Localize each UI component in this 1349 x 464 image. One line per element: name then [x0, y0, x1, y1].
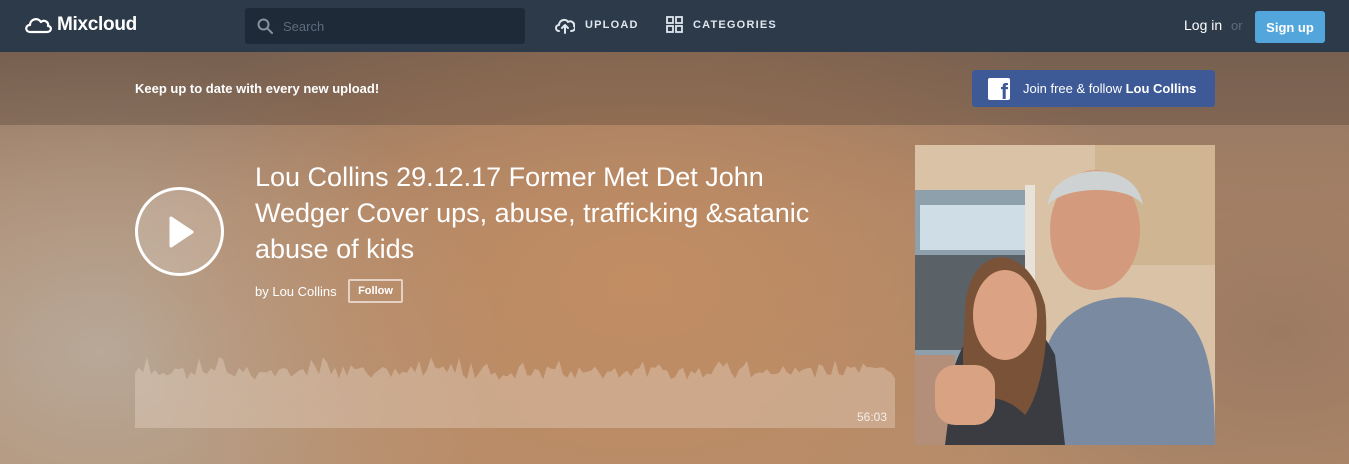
fb-prefix: Join free & follow: [1023, 81, 1126, 96]
show-author[interactable]: by Lou Collins: [255, 284, 337, 299]
cloud-logo-icon: [25, 18, 52, 34]
grid-icon: [666, 16, 683, 33]
categories-label: CATEGORIES: [693, 18, 777, 31]
categories-link[interactable]: CATEGORIES: [666, 16, 777, 33]
search-box[interactable]: [245, 8, 525, 44]
play-icon: [169, 216, 193, 247]
waveform[interactable]: [135, 344, 895, 428]
show-hero: Keep up to date with every new upload! f…: [0, 52, 1349, 464]
login-link[interactable]: Log in: [1184, 17, 1222, 33]
show-title: Lou Collins 29.12.17 Former Met Det John…: [255, 162, 810, 264]
cloud-upload-icon: [555, 18, 575, 34]
follow-banner: Keep up to date with every new upload! f…: [0, 52, 1349, 125]
top-navbar: Mixcloud UPLOAD CATEGORIES Log in or Sig…: [0, 0, 1349, 52]
search-icon: [257, 18, 273, 34]
banner-text: Keep up to date with every new upload!: [135, 81, 380, 96]
duration-label: 56:03: [857, 410, 888, 424]
signup-button[interactable]: Sign up: [1255, 11, 1325, 43]
cover-image[interactable]: [915, 145, 1215, 445]
upload-label: UPLOAD: [585, 19, 639, 31]
logo-text: Mixcloud: [57, 14, 137, 35]
upload-link[interactable]: UPLOAD: [554, 16, 639, 34]
waveform-shape: [135, 357, 895, 428]
fb-name: Lou Collins: [1125, 81, 1197, 96]
or-separator: or: [1231, 18, 1243, 33]
facebook-icon: f: [988, 77, 1010, 100]
follow-button[interactable]: Follow: [348, 279, 403, 303]
facebook-follow-label: Join free & follow Lou Collins: [1023, 81, 1196, 96]
facebook-follow-button[interactable]: f Join free & follow Lou Collins: [972, 70, 1215, 107]
cover-photo: [915, 145, 1215, 445]
mixcloud-logo[interactable]: Mixcloud: [24, 14, 137, 36]
play-button[interactable]: [135, 187, 224, 276]
search-input[interactable]: [283, 8, 513, 44]
